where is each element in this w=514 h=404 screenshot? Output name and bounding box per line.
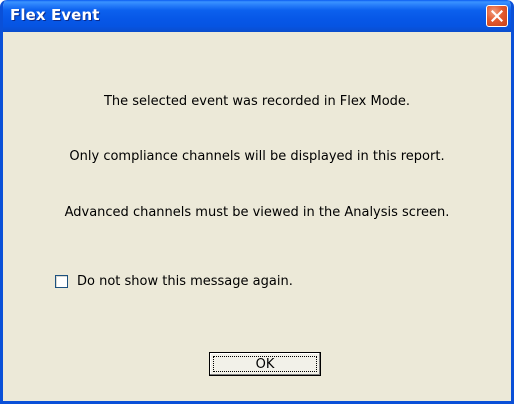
close-icon <box>491 10 503 22</box>
dont-show-again-label[interactable]: Do not show this message again. <box>77 274 293 289</box>
dialog-window: Flex Event The selected event was record… <box>0 0 514 404</box>
ok-button[interactable]: OK <box>209 352 321 376</box>
dont-show-again-row[interactable]: Do not show this message again. <box>55 273 293 289</box>
close-button[interactable] <box>486 5 508 27</box>
message-line-2: Only compliance channels will be display… <box>69 149 445 164</box>
message-line-3: Advanced channels must be viewed in the … <box>64 205 450 220</box>
ok-button-label: OK <box>255 356 275 372</box>
window-title: Flex Event <box>10 6 100 24</box>
dont-show-again-checkbox[interactable] <box>55 274 68 288</box>
message-line-1: The selected event was recorded in Flex … <box>103 94 411 109</box>
title-bar[interactable]: Flex Event <box>3 0 511 32</box>
